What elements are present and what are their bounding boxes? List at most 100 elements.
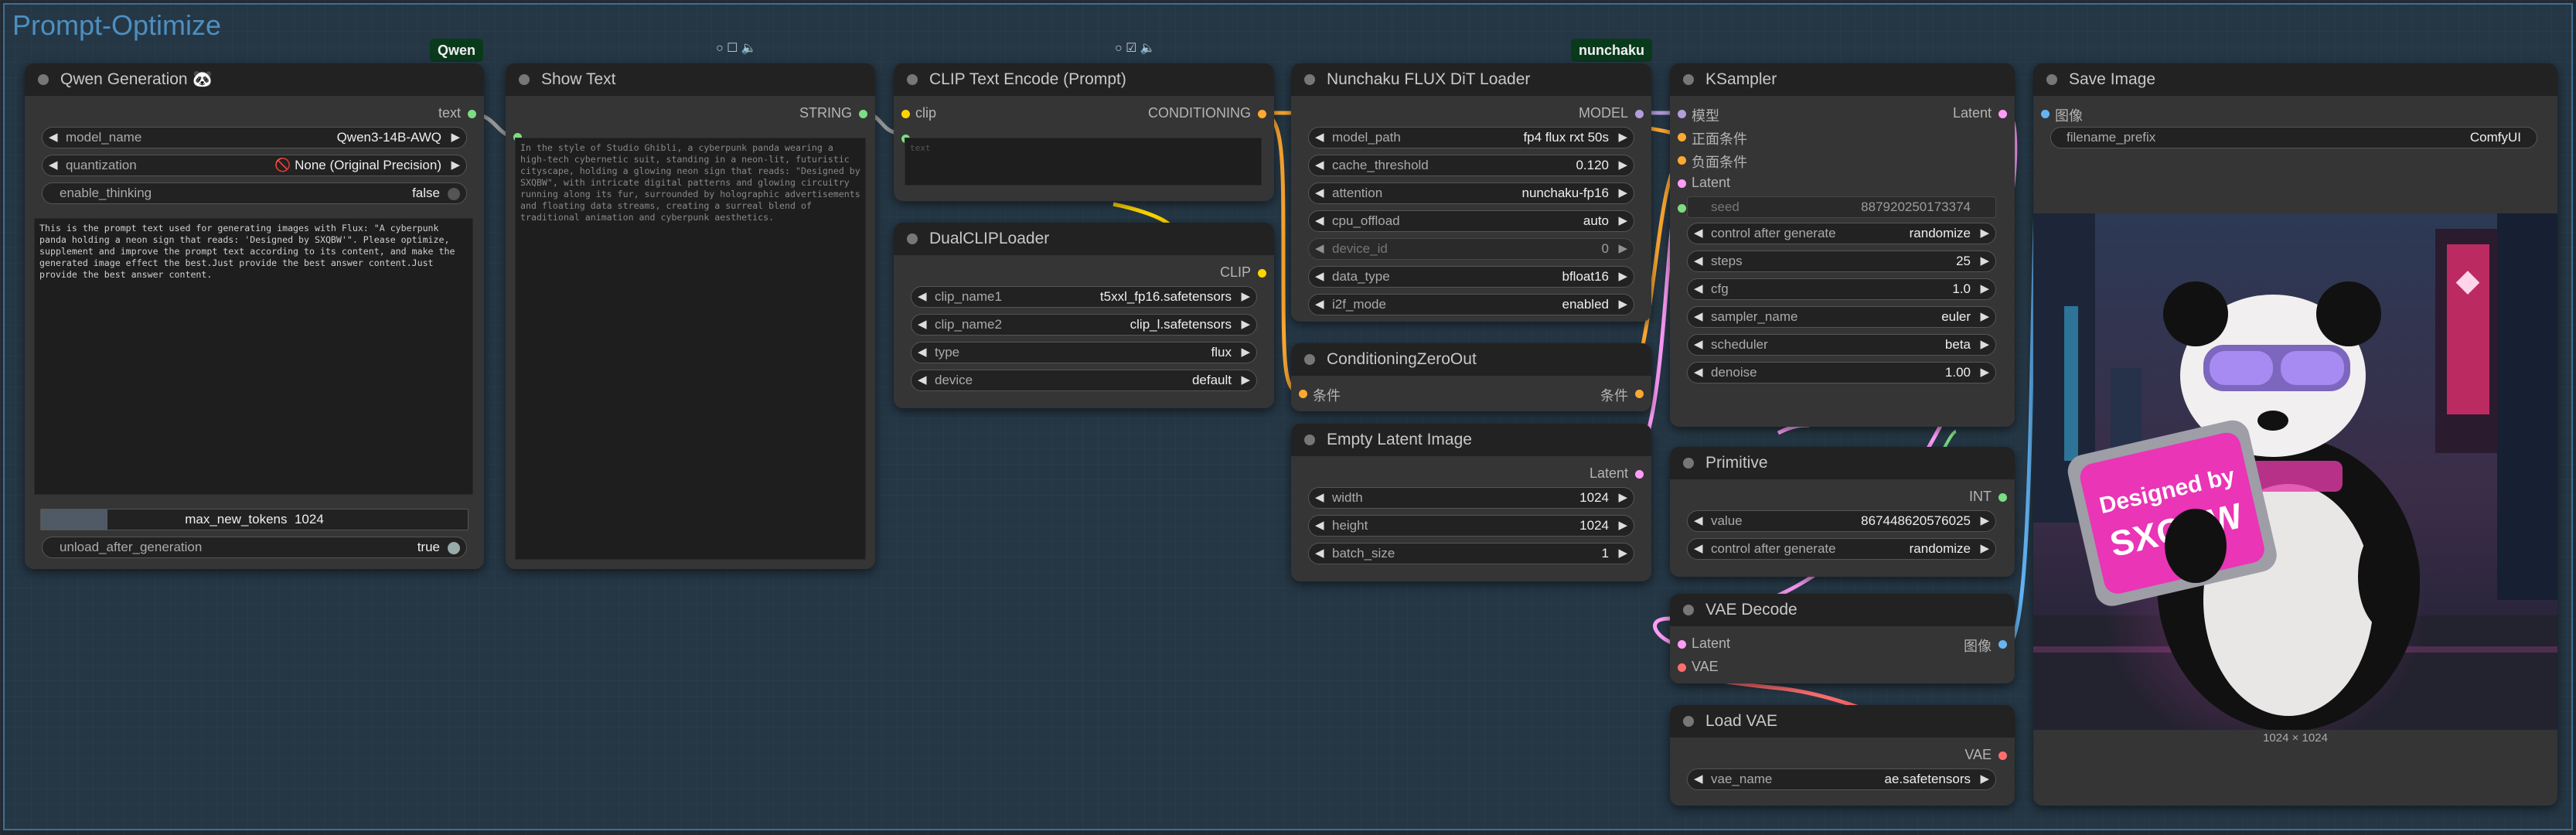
generated-image-preview[interactable]: ◆ Designed by SXQBW <box>2033 213 2557 730</box>
group-title[interactable]: Prompt-Optimize <box>12 9 221 42</box>
arrow-right-icon[interactable]: ▶ <box>1241 343 1250 363</box>
arrow-right-icon[interactable]: ▶ <box>1618 267 1627 287</box>
arrow-right-icon[interactable]: ▶ <box>1618 239 1627 259</box>
collapse-dot-icon[interactable] <box>1683 716 1694 727</box>
arrow-right-icon[interactable]: ▶ <box>1980 279 1989 299</box>
show-text-textarea[interactable]: In the style of Studio Ghibli, a cyberpu… <box>515 138 866 560</box>
node-show-text[interactable]: Show Text STRING In the style of Studio … <box>506 63 875 569</box>
arrow-left-icon[interactable]: ◀ <box>1694 307 1703 327</box>
steps-number[interactable]: ◀ steps 25 ▶ <box>1687 250 1996 272</box>
arrow-right-icon[interactable]: ▶ <box>1618 516 1627 536</box>
seed-number[interactable]: seed 887920250173374 <box>1687 196 1996 218</box>
output-slot-string[interactable] <box>859 110 867 118</box>
arrow-left-icon[interactable]: ◀ <box>49 128 58 148</box>
type-combo[interactable]: ◀ type flux ▶ <box>911 342 1257 363</box>
node-title[interactable]: Load VAE <box>1670 705 2015 738</box>
toggle-off-icon[interactable] <box>448 188 460 200</box>
speaker-icon[interactable]: 🔈 <box>741 42 757 55</box>
input-slot-conditioning[interactable] <box>1299 390 1307 398</box>
arrow-right-icon[interactable]: ▶ <box>451 155 460 176</box>
clip-name1-combo[interactable]: ◀ clip_name1 t5xxl_fp16.safetensors ▶ <box>911 286 1257 308</box>
max-new-tokens-slider[interactable]: max_new_tokens 1024 <box>40 509 469 530</box>
enable-thinking-toggle[interactable]: enable_thinking false <box>42 182 467 204</box>
input-slot-latent[interactable] <box>1678 640 1686 649</box>
arrow-left-icon[interactable]: ◀ <box>1315 239 1324 259</box>
collapse-dot-icon[interactable] <box>907 233 918 244</box>
node-title[interactable]: Show Text <box>506 63 875 96</box>
arrow-right-icon[interactable]: ▶ <box>1980 335 1989 355</box>
input-slot-vae[interactable] <box>1678 663 1686 672</box>
arrow-right-icon[interactable]: ▶ <box>1980 363 1989 383</box>
cache-threshold-number[interactable]: ◀ cache_threshold 0.120 ▶ <box>1308 155 1634 176</box>
input-slot-clip[interactable] <box>901 110 910 118</box>
collapse-dot-icon[interactable] <box>1304 435 1315 445</box>
toggle-on-icon[interactable] <box>448 542 460 554</box>
output-slot-conditioning[interactable] <box>1258 110 1266 118</box>
arrow-right-icon[interactable]: ▶ <box>1241 370 1250 390</box>
node-title[interactable]: DualCLIPLoader <box>894 223 1274 255</box>
filename-prefix-input[interactable]: filename_prefix ComfyUI <box>2050 127 2537 148</box>
arrow-left-icon[interactable]: ◀ <box>1315 211 1324 231</box>
output-slot-clip[interactable] <box>1258 269 1266 278</box>
group-toolbar-1[interactable]: ○ ☐ 🔈 <box>716 40 757 56</box>
arrow-right-icon[interactable]: ▶ <box>1618 295 1627 315</box>
denoise-number[interactable]: ◀ denoise 1.00 ▶ <box>1687 362 1996 383</box>
arrow-right-icon[interactable]: ▶ <box>1980 769 1989 789</box>
device-id-number[interactable]: ◀ device_id 0 ▶ <box>1308 238 1634 260</box>
collapse-dot-icon[interactable] <box>2046 74 2057 85</box>
node-title[interactable]: ConditioningZeroOut <box>1291 343 1651 376</box>
bypass-circle-icon[interactable]: ○ <box>1115 42 1123 55</box>
quantization-combo[interactable]: ◀ quantization 🚫 None (Original Precisio… <box>42 155 467 176</box>
collapse-dot-icon[interactable] <box>519 74 530 85</box>
input-slot-model[interactable] <box>1678 110 1686 118</box>
arrow-right-icon[interactable]: ▶ <box>1618 155 1627 176</box>
arrow-left-icon[interactable]: ◀ <box>1694 223 1703 244</box>
arrow-right-icon[interactable]: ▶ <box>1241 315 1250 335</box>
collapse-dot-icon[interactable] <box>38 74 49 85</box>
node-vae-decode[interactable]: VAE Decode Latent VAE 图像 <box>1670 594 2015 683</box>
arrow-left-icon[interactable]: ◀ <box>1694 539 1703 559</box>
node-load-vae[interactable]: Load VAE VAE ◀ vae_name ae.safetensors ▶ <box>1670 705 2015 806</box>
scheduler-combo[interactable]: ◀ scheduler beta ▶ <box>1687 334 1996 356</box>
data-type-combo[interactable]: ◀ data_type bfloat16 ▶ <box>1308 266 1634 288</box>
prompt-textarea[interactable]: This is the prompt text used for generat… <box>34 218 473 495</box>
arrow-left-icon[interactable]: ◀ <box>1694 511 1703 531</box>
arrow-right-icon[interactable]: ▶ <box>1241 287 1250 307</box>
batch-size-number[interactable]: ◀ batch_size 1 ▶ <box>1308 543 1634 564</box>
width-number[interactable]: ◀ width 1024 ▶ <box>1308 487 1634 509</box>
output-slot-latent[interactable] <box>1998 110 2007 118</box>
node-nunchaku-flux-dit-loader[interactable]: Nunchaku FLUX DiT Loader MODEL ◀ model_p… <box>1291 63 1651 322</box>
arrow-left-icon[interactable]: ◀ <box>49 155 58 176</box>
cfg-number[interactable]: ◀ cfg 1.0 ▶ <box>1687 278 1996 300</box>
collapse-dot-icon[interactable] <box>1304 354 1315 365</box>
node-qwen-generation[interactable]: Qwen Generation 🐼 text ◀ model_name Qwen… <box>25 63 484 569</box>
output-slot-image[interactable] <box>1998 640 2007 649</box>
model-path-combo[interactable]: ◀ model_path fp4 flux rxt 50s ▶ <box>1308 127 1634 148</box>
arrow-right-icon[interactable]: ▶ <box>1980 539 1989 559</box>
arrow-left-icon[interactable]: ◀ <box>1315 183 1324 203</box>
arrow-left-icon[interactable]: ◀ <box>1315 544 1324 564</box>
device-combo[interactable]: ◀ device default ▶ <box>911 370 1257 391</box>
arrow-right-icon[interactable]: ▶ <box>1980 251 1989 271</box>
vae-name-combo[interactable]: ◀ vae_name ae.safetensors ▶ <box>1687 769 1996 790</box>
arrow-right-icon[interactable]: ▶ <box>1980 307 1989 327</box>
i2f-mode-combo[interactable]: ◀ i2f_mode enabled ▶ <box>1308 294 1634 315</box>
output-slot-text[interactable] <box>468 110 476 118</box>
node-title[interactable]: Nunchaku FLUX DiT Loader <box>1291 63 1651 96</box>
cpu-offload-combo[interactable]: ◀ cpu_offload auto ▶ <box>1308 210 1634 232</box>
node-title[interactable]: Qwen Generation 🐼 <box>25 63 484 96</box>
collapse-dot-icon[interactable] <box>1683 74 1694 85</box>
input-slot-seed[interactable] <box>1678 204 1686 213</box>
input-slot-latent[interactable] <box>1678 179 1686 188</box>
value-number[interactable]: ◀ value 867448620576025 ▶ <box>1687 510 1996 532</box>
node-dual-clip-loader[interactable]: DualCLIPLoader CLIP ◀ clip_name1 t5xxl_f… <box>894 223 1274 408</box>
input-slot-negative[interactable] <box>1678 156 1686 165</box>
arrow-left-icon[interactable]: ◀ <box>1694 335 1703 355</box>
node-title[interactable]: Primitive <box>1670 447 2015 479</box>
arrow-left-icon[interactable]: ◀ <box>918 287 927 307</box>
arrow-left-icon[interactable]: ◀ <box>1315 155 1324 176</box>
node-conditioning-zero-out[interactable]: ConditioningZeroOut 条件 条件 <box>1291 343 1651 411</box>
arrow-left-icon[interactable]: ◀ <box>1315 516 1324 536</box>
sampler-name-combo[interactable]: ◀ sampler_name euler ▶ <box>1687 306 1996 328</box>
arrow-right-icon[interactable]: ▶ <box>1618 544 1627 564</box>
